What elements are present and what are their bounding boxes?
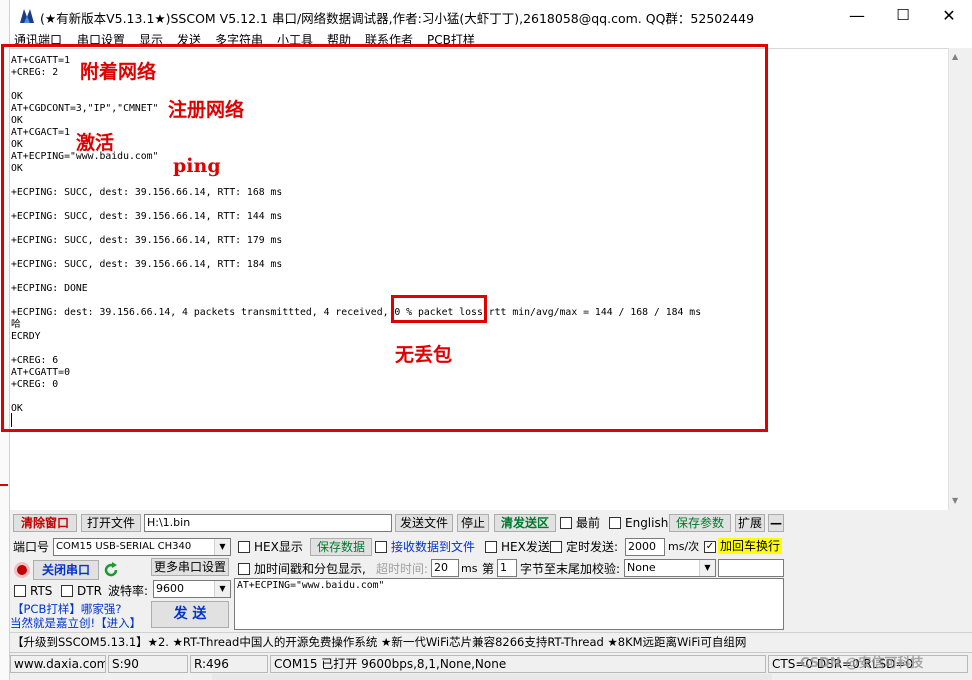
refresh-icon[interactable] [102, 561, 120, 579]
add-crlf-label: 加回车换行 [718, 538, 783, 554]
open-file-button[interactable]: 打开文件 [81, 514, 141, 532]
timeout-input[interactable]: 20 [431, 559, 459, 577]
close-port-button[interactable]: 关闭串口 [33, 560, 99, 580]
sscom-window: (★有新版本V5.13.1★)SSCOM V5.12.1 串口/网络数据调试器,… [1, 0, 972, 680]
port-state: COM15 已打开 9600bps,8,1,None,None [270, 655, 766, 673]
news-banner[interactable]: 【升级到SSCOM5.13.1】★2. ★RT-Thread中国人的开源免费操作… [10, 632, 972, 652]
baud-select[interactable]: 9600 ▼ [153, 580, 231, 598]
timed-send-checkbox[interactable] [550, 541, 562, 553]
annotation-frame [1, 44, 768, 432]
chevron-down-icon[interactable]: ▼ [214, 539, 230, 555]
interval-input[interactable]: 2000 [625, 538, 665, 556]
baud-label: 波特率: [108, 584, 149, 598]
csdn-watermark: CSDN @安信可科技 [800, 656, 924, 671]
background-window-strip [212, 674, 772, 680]
dtr-checkbox[interactable] [61, 585, 73, 597]
annotation-ping: ping [173, 155, 221, 177]
send-file-button[interactable]: 发送文件 [395, 514, 453, 532]
send-input[interactable]: AT+ECPING="www.baidu.com" [234, 578, 784, 630]
recv-to-file-label: 接收数据到文件 [391, 540, 476, 554]
clear-window-button[interactable]: 清除窗口 [13, 514, 77, 532]
english-checkbox[interactable] [609, 517, 621, 529]
hex-display-checkbox[interactable] [238, 541, 250, 553]
checksum-select[interactable]: None ▼ [624, 559, 716, 577]
chevron-down-icon[interactable]: ▼ [214, 581, 230, 597]
jlc-promo-link[interactable]: 当然就是嘉立创!【进入】 [10, 615, 141, 631]
port-select[interactable]: COM15 USB-SERIAL CH340 ▼ [53, 538, 231, 556]
scroll-down-icon[interactable]: ▼ [952, 496, 958, 505]
hex-send-label: HEX发送 [501, 540, 550, 554]
interval-unit: ms/次 [668, 540, 700, 553]
stop-button[interactable]: 停止 [457, 514, 489, 532]
rts-label: RTS [30, 584, 53, 598]
sent-count: S:90 [108, 655, 188, 673]
dtr-label: DTR [77, 584, 102, 598]
topmost-label: 最前 [576, 516, 601, 530]
clear-send-button[interactable]: 清发送区 [494, 514, 556, 532]
annotation-attach: 附着网络 [80, 61, 157, 83]
timeout-label: 超时时间: [376, 562, 429, 576]
receive-scrollbar[interactable]: ▲ ▼ [948, 48, 964, 510]
timeout-unit: ms [461, 562, 478, 575]
received-count: R:496 [190, 655, 268, 673]
maximize-button[interactable]: ☐ [880, 0, 926, 30]
byte-prefix: 第 [482, 562, 495, 576]
file-path-input[interactable]: H:\1.bin [144, 514, 392, 532]
hex-display-label: HEX显示 [254, 540, 303, 554]
port-status-icon [14, 562, 30, 578]
save-data-button[interactable]: 保存数据 [310, 538, 372, 556]
timestamp-checkbox[interactable] [238, 563, 250, 575]
more-settings-button[interactable]: 更多串口设置 [151, 558, 229, 576]
byte-index-input[interactable]: 1 [497, 559, 517, 577]
save-params-button[interactable]: 保存参数 [669, 514, 731, 532]
website-link[interactable]: www.daxia.com [10, 655, 106, 673]
status-bar: www.daxia.com S:90 R:496 COM15 已打开 9600b… [10, 652, 972, 674]
port-label: 端口号 [13, 540, 50, 554]
annotation-activate: 激活 [76, 132, 115, 154]
annotation-no-loss: 无丢包 [395, 344, 453, 366]
expand-button[interactable]: 扩展 [735, 514, 765, 532]
checksum-label: 字节至末尾加校验: [520, 562, 621, 576]
window-title: (★有新版本V5.13.1★)SSCOM V5.12.1 串口/网络数据调试器,… [40, 11, 755, 26]
send-button[interactable]: 发 送 [151, 601, 229, 628]
rts-checkbox[interactable] [14, 585, 26, 597]
title-bar: (★有新版本V5.13.1★)SSCOM V5.12.1 串口/网络数据调试器,… [10, 0, 972, 32]
collapse-button[interactable]: — [768, 514, 784, 532]
annotation-register: 注册网络 [168, 99, 245, 121]
checksum-result [718, 559, 784, 577]
english-label: English [625, 516, 669, 530]
timed-send-label: 定时发送: [566, 540, 619, 554]
chevron-down-icon[interactable]: ▼ [699, 560, 715, 576]
topmost-checkbox[interactable] [560, 517, 572, 529]
add-crlf-checkbox[interactable]: ✓ [704, 541, 716, 553]
timestamp-label: 加时间戳和分包显示, [254, 562, 366, 576]
app-icon [20, 9, 34, 23]
close-button[interactable]: ✕ [926, 0, 972, 30]
scroll-up-icon[interactable]: ▲ [952, 52, 958, 61]
hex-send-checkbox[interactable] [485, 541, 497, 553]
packet-loss-highlight [391, 295, 487, 323]
recv-to-file-checkbox[interactable] [375, 541, 387, 553]
minimize-button[interactable]: — [834, 0, 880, 30]
